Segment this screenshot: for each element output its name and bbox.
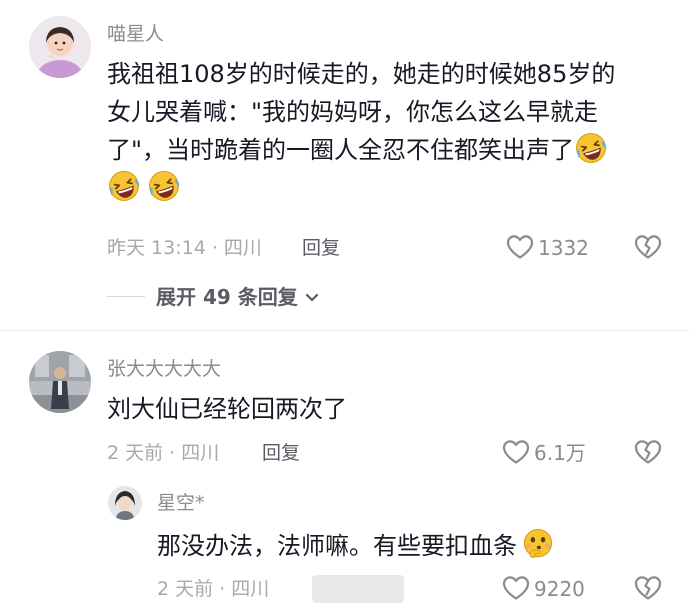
watermark [312,575,404,603]
comment-text: 我祖祖108岁的时候走的，她走的时候她85岁的 女儿哭着喊："我的妈妈呀，你怎么… [107,55,687,207]
broken-heart-icon[interactable] [634,439,662,465]
reply-button[interactable]: 回复 [302,236,340,260]
username[interactable]: 张大大大大大 [107,357,221,381]
comment-text-line: 了"，当时跪着的一圈人全忍不住都笑出声了 [107,136,575,164]
broken-heart-icon[interactable] [634,234,662,260]
thinking-emoji [521,527,555,561]
avatar[interactable] [29,16,91,78]
comment-text-line: 女儿哭着喊："我的妈妈呀，你怎么这么早就走 [107,98,599,126]
avatar[interactable] [108,486,142,520]
chevron-down-icon [305,283,319,309]
expand-replies-label: 展开 49 条回复 [156,285,298,309]
comment-meta: 2 天前 · 四川 [157,578,270,600]
comment-meta: 2 天前 · 四川 [107,442,220,464]
expand-replies-button[interactable]: 展开 49 条回复 [156,283,319,310]
rolling-laughing-emoji [147,169,181,203]
avatar[interactable] [29,351,91,413]
rolling-laughing-emoji [574,131,608,165]
comment-text-line: 我祖祖108岁的时候走的，她走的时候她85岁的 [107,60,616,88]
heart-outline-icon[interactable] [502,575,530,601]
comment-meta: 昨天 13:14 · 四川 [107,237,262,259]
reply-button[interactable]: 回复 [262,441,300,465]
username[interactable]: 星空* [157,491,205,515]
comment-text: 那没办法，法师嘛。有些要扣血条 [157,527,555,565]
like-count: 6.1万 [534,441,586,465]
like-count: 1332 [538,236,589,260]
comment-text: 刘大仙已经轮回两次了 [107,395,347,423]
comment-text-line: 那没办法，法师嘛。有些要扣血条 [157,532,517,560]
like-count: 9220 [534,577,585,601]
rolling-laughing-emoji [107,169,141,203]
heart-outline-icon[interactable] [506,234,534,260]
username[interactable]: 喵星人 [107,22,164,46]
comment-divider [0,330,690,331]
broken-heart-icon[interactable] [634,575,662,601]
expand-divider [107,296,145,297]
heart-outline-icon[interactable] [502,439,530,465]
